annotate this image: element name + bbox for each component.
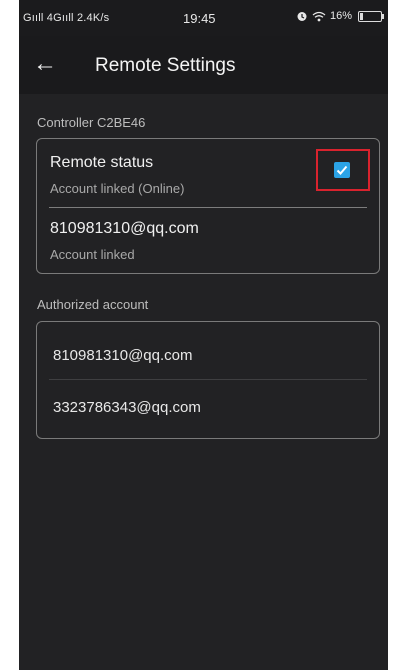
remote-status-checkbox[interactable] xyxy=(334,162,350,178)
remote-status-sub: Account linked (Online) xyxy=(50,181,185,196)
controller-label: Controller C2BE46 xyxy=(37,115,146,130)
back-arrow-icon[interactable]: ← xyxy=(33,50,57,78)
linked-account-sub: Account linked xyxy=(50,247,135,262)
signal-indicator: Gııll 4Gııll 2.4K/s xyxy=(23,12,110,24)
check-icon xyxy=(336,165,348,175)
divider xyxy=(49,207,367,208)
linked-account-email: 810981310@qq.com xyxy=(50,220,199,237)
app-bar: ← Remote Settings xyxy=(19,36,388,94)
wifi-icon xyxy=(312,11,326,21)
status-icons: 16% xyxy=(296,10,384,22)
authorized-account-1[interactable]: 810981310@qq.com xyxy=(53,347,193,364)
authorized-label: Authorized account xyxy=(37,297,149,312)
authorized-card: 810981310@qq.com 3323786343@qq.com xyxy=(36,321,380,439)
highlight-box xyxy=(316,149,370,191)
remote-status-title: Remote status xyxy=(50,154,154,171)
battery-percent: 16% xyxy=(329,10,352,22)
page-title: Remote Settings xyxy=(95,55,236,76)
divider xyxy=(49,379,367,380)
phone-screen: Gııll 4Gııll 2.4K/s 19:45 16% ← Remote S… xyxy=(19,0,388,670)
authorized-account-2[interactable]: 3323786343@qq.com xyxy=(53,399,201,416)
alarm-icon xyxy=(297,12,307,21)
battery-icon xyxy=(358,10,384,22)
status-bar: Gııll 4Gııll 2.4K/s 19:45 16% xyxy=(19,0,388,36)
clock: 19:45 xyxy=(183,11,216,26)
